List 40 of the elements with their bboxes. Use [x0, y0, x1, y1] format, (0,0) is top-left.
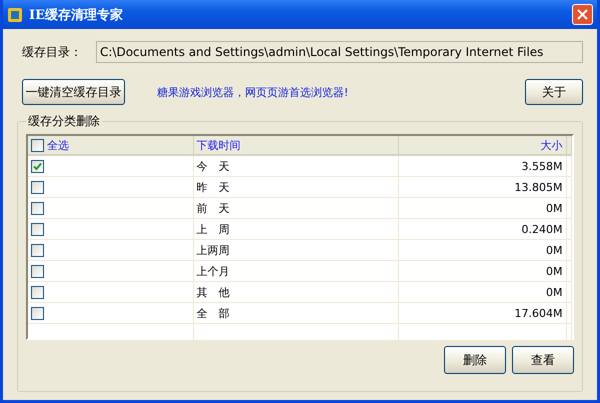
column-header[interactable]: 大小	[398, 136, 566, 155]
table-cell: 0.240M	[398, 218, 566, 240]
checkbox[interactable]	[31, 160, 44, 173]
group-title: 缓存分类删除	[27, 113, 101, 130]
window-title: IE缓存清理专家	[29, 6, 124, 24]
table-cell: 0M	[398, 260, 566, 282]
checkbox[interactable]	[31, 286, 44, 299]
app-icon	[7, 6, 23, 22]
table-cell: 0M	[398, 282, 566, 302]
checkbox[interactable]	[31, 264, 44, 278]
table-cell: 13.805M	[398, 176, 566, 198]
checkbox[interactable]	[31, 202, 44, 215]
table-cell: 17.604M	[398, 302, 566, 324]
checkbox[interactable]	[31, 306, 44, 320]
column-header[interactable]: 全选	[47, 138, 69, 152]
promo-link[interactable]: 糖果游戏浏览器，网页页游首选浏览器!	[157, 84, 525, 100]
close-button[interactable]	[572, 4, 593, 25]
directory-field[interactable]: C:\Documents and Settings\admin\Local Settings\Temporary Internet Files	[96, 41, 583, 63]
close-icon	[577, 9, 588, 20]
table-cell: 前 天	[193, 198, 398, 218]
table-cell: 其 他	[193, 282, 398, 302]
checkbox[interactable]	[31, 180, 44, 194]
table-cell: 0M	[398, 240, 566, 260]
clear-cache-button[interactable]: 一键清空缓存目录	[22, 79, 125, 105]
table-cell: 上 周	[193, 218, 398, 240]
table-cell: 0M	[398, 198, 566, 218]
action-button[interactable]: 删除	[444, 346, 506, 374]
directory-label: 缓存目录：	[22, 44, 82, 60]
table-cell: 上个月	[193, 260, 398, 282]
table-cell: 今 天	[193, 155, 398, 176]
checkbox[interactable]	[31, 138, 44, 152]
column-header[interactable]: 下载时间	[193, 136, 398, 155]
action-button[interactable]: 查看	[512, 346, 574, 374]
checkbox[interactable]	[31, 222, 44, 236]
checkbox[interactable]	[31, 244, 44, 257]
table-cell: 全 部	[193, 302, 398, 324]
table-cell: 上两周	[193, 240, 398, 260]
about-button[interactable]: 关于	[525, 79, 583, 105]
table-cell: 3.558M	[398, 155, 566, 176]
table-cell: 昨 天	[193, 176, 398, 198]
